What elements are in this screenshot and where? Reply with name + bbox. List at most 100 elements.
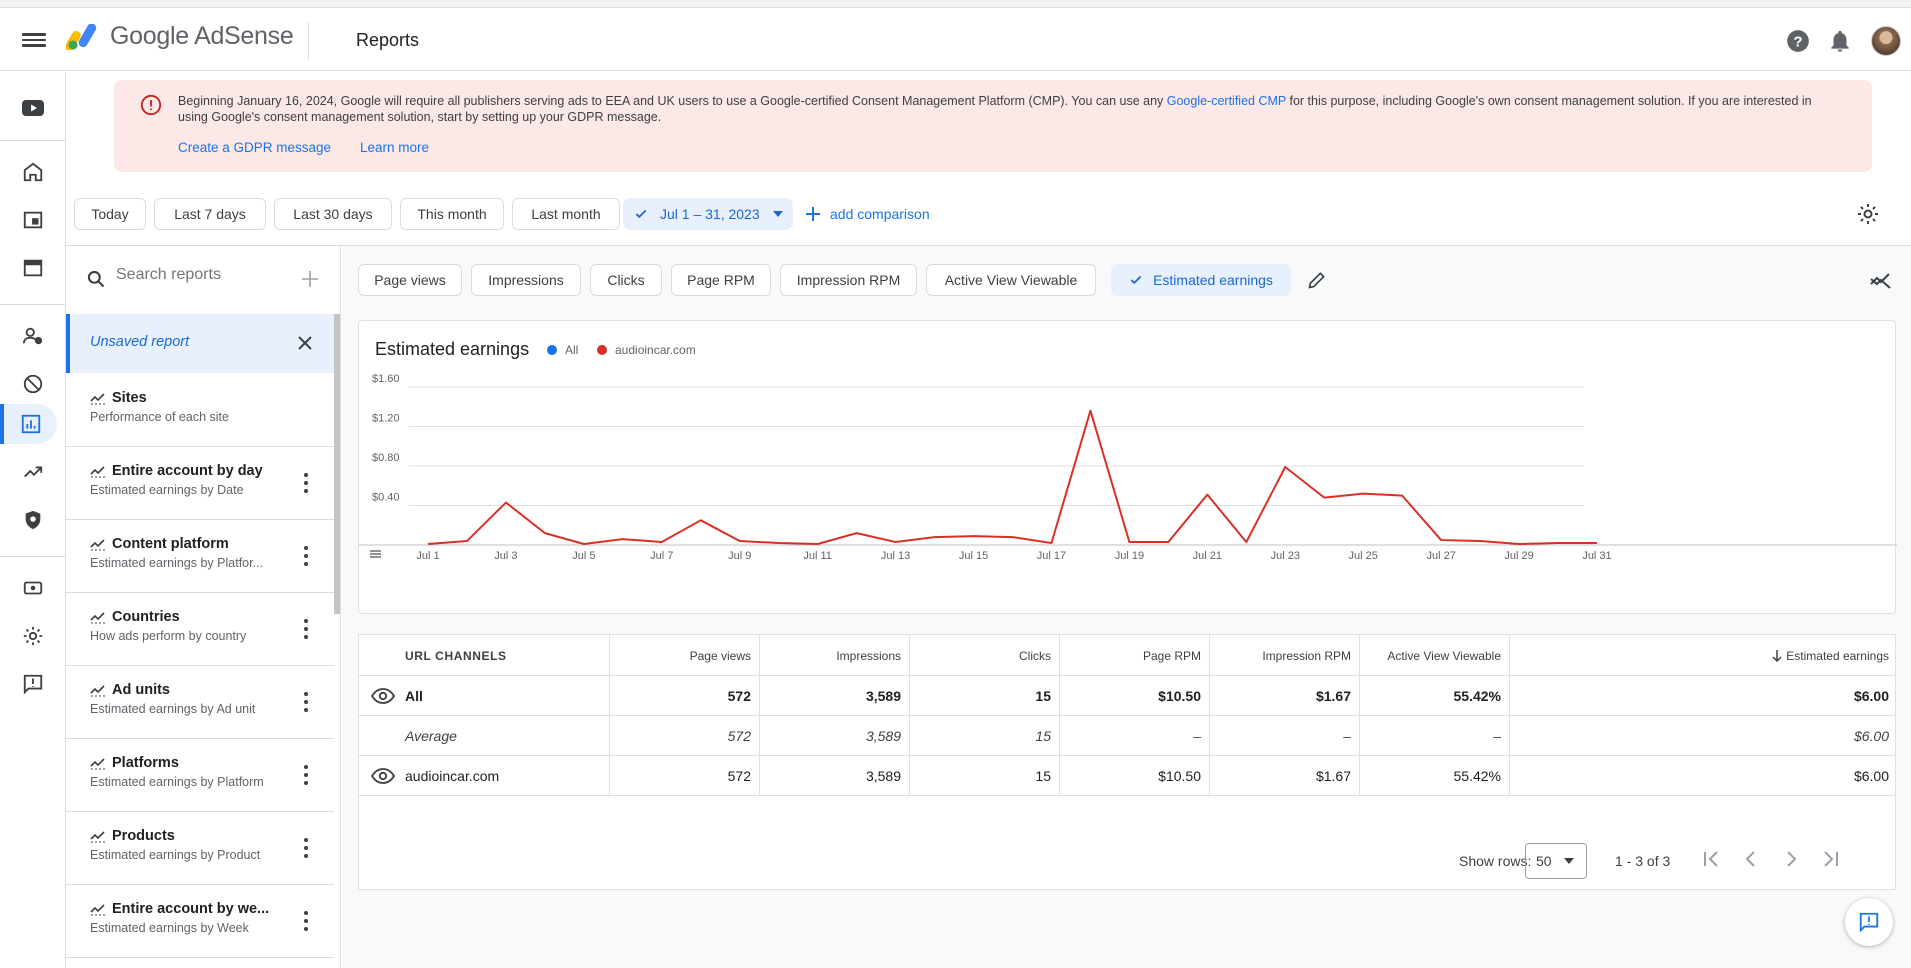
- date-chip-last-month[interactable]: Last month: [512, 198, 620, 230]
- table-pagination: Show rows: 50 1 - 3 of 3: [359, 831, 1897, 891]
- report-more-options-button[interactable]: [298, 692, 314, 712]
- column-header[interactable]: Impressions: [759, 635, 909, 676]
- navigation-rail: [0, 72, 66, 968]
- add-report-plus-icon[interactable]: [302, 271, 318, 287]
- blocking-controls-icon: [23, 374, 43, 394]
- check-icon: [635, 209, 647, 219]
- learn-more-link[interactable]: Learn more: [360, 140, 429, 155]
- saved-report-item[interactable]: Products Estimated earnings by Product: [66, 812, 334, 885]
- column-header-label: Clicks: [1019, 648, 1051, 663]
- previous-page-icon[interactable]: [1739, 847, 1763, 871]
- certified-cmp-link[interactable]: Google-certified CMP: [1167, 94, 1286, 108]
- saved-report-item[interactable]: Content platform Estimated earnings by Pl…: [66, 520, 334, 593]
- edit-metrics-pencil-icon[interactable]: [1307, 270, 1327, 290]
- saved-report-subtitle: Estimated earnings by Product: [90, 848, 261, 862]
- table-cell: $10.50: [1059, 676, 1209, 716]
- metric-chip-impressions[interactable]: Impressions: [471, 264, 581, 296]
- column-header[interactable]: Clicks: [909, 635, 1059, 676]
- rail-blocking-controls[interactable]: [8, 364, 58, 404]
- next-page-icon[interactable]: [1779, 847, 1803, 871]
- notifications-bell-icon[interactable]: [1827, 28, 1853, 54]
- saved-report-title: Entire account by day: [112, 463, 263, 479]
- report-more-options-button[interactable]: [298, 911, 314, 931]
- report-sparkline-icon: [90, 685, 105, 697]
- add-comparison-button[interactable]: add comparison: [806, 198, 930, 230]
- report-more-options-button[interactable]: [298, 473, 314, 493]
- column-header[interactable]: Impression RPM: [1209, 635, 1359, 676]
- rail-payments[interactable]: [8, 568, 58, 608]
- report-more-options-button[interactable]: [298, 619, 314, 639]
- earnings-chart-card: Estimated earnings All audioincar.com $0…: [358, 320, 1897, 614]
- column-header[interactable]: Page views: [609, 635, 759, 676]
- show-rows-label: Show rows:: [1459, 853, 1532, 869]
- help-icon[interactable]: ?: [1785, 28, 1811, 54]
- metric-chip-page-views[interactable]: Page views: [358, 264, 462, 296]
- search-reports-input[interactable]: [116, 266, 286, 284]
- unsaved-report-item[interactable]: Unsaved report: [66, 314, 334, 373]
- metric-chip-estimated-earnings[interactable]: Estimated earnings: [1111, 264, 1291, 296]
- report-more-options-button[interactable]: [298, 765, 314, 785]
- adsense-logo[interactable]: Google AdSense: [66, 22, 294, 51]
- saved-report-item[interactable]: Countries How ads perform by country: [66, 593, 334, 666]
- last-page-icon[interactable]: [1819, 847, 1843, 871]
- rail-policy-center[interactable]: [8, 500, 58, 540]
- saved-report-item[interactable]: Entire account by day Estimated earnings …: [66, 447, 334, 520]
- main-menu-button[interactable]: [20, 30, 48, 50]
- rail-optimization[interactable]: [8, 452, 58, 492]
- create-gdpr-message-link[interactable]: Create a GDPR message: [178, 140, 331, 155]
- adsense-logo-icon: [66, 23, 97, 50]
- table-cell: 3,589: [759, 716, 909, 756]
- rail-reports[interactable]: [0, 404, 57, 444]
- report-more-options-button[interactable]: [298, 838, 314, 858]
- reports-icon: [21, 414, 40, 434]
- metric-chip-page-rpm[interactable]: Page RPM: [671, 264, 771, 296]
- table-cell: –: [1209, 716, 1359, 756]
- rail-youtube[interactable]: [8, 88, 58, 128]
- report-more-options-button[interactable]: [298, 546, 314, 566]
- rail-ads[interactable]: [8, 200, 58, 240]
- report-sparkline-icon: [90, 831, 105, 843]
- chart-toggle-icon[interactable]: [1869, 270, 1893, 290]
- rail-feedback[interactable]: [8, 664, 58, 704]
- date-chip-today[interactable]: Today: [74, 198, 146, 230]
- table-cell: $6.00: [1509, 716, 1897, 756]
- saved-report-title: Entire account by we...: [112, 901, 270, 917]
- column-header-label: Active View Viewable: [1387, 648, 1501, 663]
- x-tick-label: Jul 31: [1582, 550, 1611, 562]
- column-header[interactable]: Active View Viewable: [1359, 635, 1509, 676]
- metric-chip-clicks[interactable]: Clicks: [590, 264, 662, 296]
- column-header[interactable]: Page RPM: [1059, 635, 1209, 676]
- gdpr-alert-banner: Beginning January 16, 2024, Google will …: [114, 80, 1872, 172]
- date-chip-last-30-days[interactable]: Last 30 days: [274, 198, 392, 230]
- report-list-scrollbar[interactable]: [334, 314, 340, 614]
- x-tick-label: Jul 1: [416, 550, 439, 562]
- trending-up-icon: [24, 466, 43, 478]
- rail-privacy-messaging[interactable]: [8, 316, 58, 356]
- selected-date-range: Jul 1 – 31, 2023: [660, 206, 760, 222]
- feedback-chat-button[interactable]: [1845, 898, 1893, 946]
- rows-per-page-select[interactable]: 50: [1525, 843, 1587, 879]
- close-icon[interactable]: [297, 335, 313, 351]
- error-alert-icon: [140, 94, 162, 116]
- x-tick-label: Jul 29: [1504, 550, 1533, 562]
- y-tick-label: $1.20: [372, 413, 400, 425]
- saved-report-subtitle: Estimated earnings by Date: [90, 483, 244, 497]
- saved-report-title: Countries: [112, 609, 180, 625]
- user-avatar[interactable]: [1871, 26, 1901, 56]
- date-range-picker[interactable]: Jul 1 – 31, 2023: [623, 198, 793, 230]
- saved-report-item[interactable]: Sites Performance of each site: [66, 374, 334, 447]
- rail-home[interactable]: [8, 152, 58, 192]
- first-page-icon[interactable]: [1699, 847, 1723, 871]
- saved-report-item[interactable]: Entire account by we... Estimated earning…: [66, 885, 334, 958]
- column-header[interactable]: Estimated earnings: [1509, 635, 1897, 676]
- metric-chip-active-view-viewable[interactable]: Active View Viewable: [926, 264, 1096, 296]
- rail-account-settings[interactable]: [8, 616, 58, 656]
- report-settings-gear-icon[interactable]: [1856, 202, 1880, 226]
- saved-report-item[interactable]: Ad units Estimated earnings by Ad unit: [66, 666, 334, 739]
- date-chip-this-month[interactable]: This month: [400, 198, 504, 230]
- metric-chip-impression-rpm[interactable]: Impression RPM: [780, 264, 917, 296]
- column-header-url-channels[interactable]: URL CHANNELS: [359, 635, 609, 676]
- saved-report-item[interactable]: Platforms Estimated earnings by Platform: [66, 739, 334, 812]
- date-chip-last-7-days[interactable]: Last 7 days: [154, 198, 266, 230]
- rail-sites[interactable]: [8, 248, 58, 288]
